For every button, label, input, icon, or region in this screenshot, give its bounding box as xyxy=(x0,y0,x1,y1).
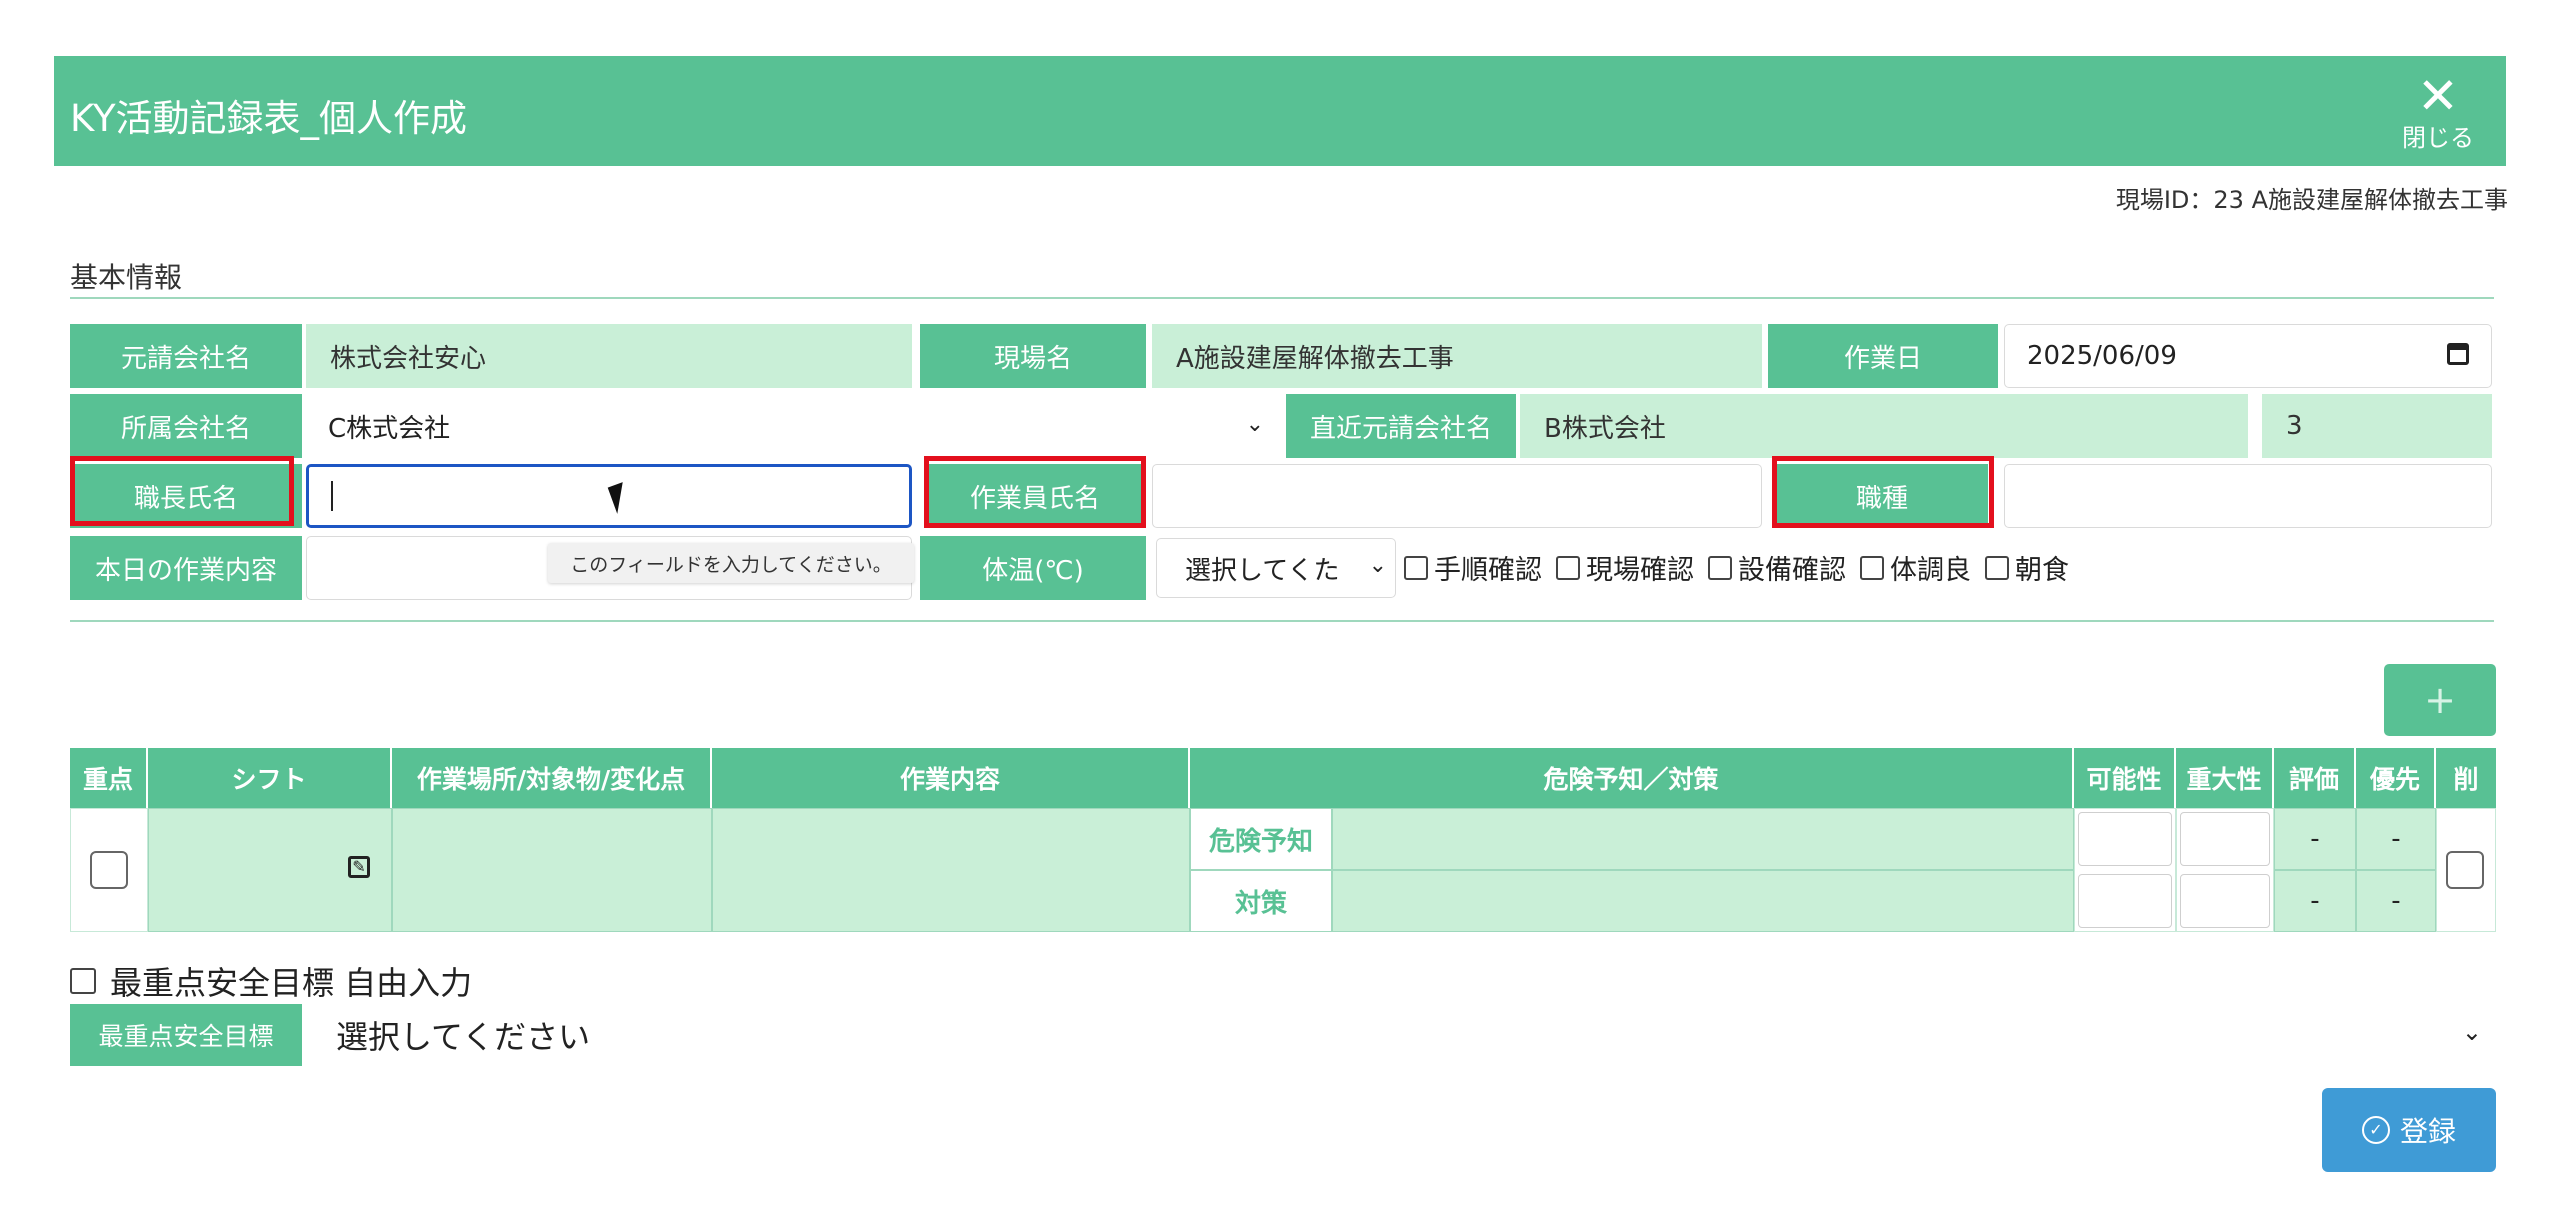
check-site[interactable]: 現場確認 xyxy=(1556,548,1694,587)
close-button[interactable]: ✕ 閉じる xyxy=(2390,68,2486,158)
location-cell[interactable] xyxy=(392,808,712,932)
free-input-label: 最重点安全目標 自由入力 xyxy=(110,964,473,1002)
chevron-down-icon: ⌄ xyxy=(1245,412,1264,437)
label-affiliated-company: 所属会社名 xyxy=(70,394,302,458)
th-priority-point: 重点 xyxy=(70,748,148,808)
temperature-selected: 選択してくた xyxy=(1185,555,1340,586)
site-id-text: 現場ID：23 A施設建屋解体撤去工事 xyxy=(2115,186,2508,214)
title-bar: KY活動記録表_個人作成 ✕ 閉じる xyxy=(54,56,2506,166)
th-location: 作業場所/対象物/変化点 xyxy=(392,748,712,808)
label-safety-goal: 最重点安全目標 xyxy=(70,1004,302,1066)
th-hazard-measure: 危険予知／対策 xyxy=(1190,748,2074,808)
section-title-basic-info: 基本情報 xyxy=(70,261,183,294)
th-possibility: 可能性 xyxy=(2074,748,2176,808)
th-priority: 優先 xyxy=(2356,748,2436,808)
checkbox-icon[interactable] xyxy=(1556,555,1580,580)
affiliated-company-value: C株式会社 xyxy=(328,413,451,444)
checkbox-icon[interactable] xyxy=(1708,555,1732,580)
work-date-input[interactable]: 2025/06/09 xyxy=(2004,324,2492,388)
edit-icon[interactable]: ✎ xyxy=(348,856,370,878)
validation-tooltip: このフィールドを入力してください。 xyxy=(548,543,914,583)
delete-checkbox[interactable] xyxy=(2446,851,2484,889)
evaluation-value-1: - xyxy=(2274,808,2356,870)
safety-goal-select[interactable]: 選択してください ⌄ xyxy=(306,1004,2492,1066)
priority-value-2: - xyxy=(2356,870,2436,932)
close-icon: ✕ xyxy=(2417,67,2459,125)
value-direct-contractor: B株式会社 xyxy=(1520,394,2248,458)
value-site-name: A施設建屋解体撤去工事 xyxy=(1152,324,1762,388)
label-temperature: 体温(℃) xyxy=(920,536,1146,600)
temperature-select[interactable]: 選択してくた ⌄ xyxy=(1156,538,1396,598)
label-direct-contractor: 直近元請会社名 xyxy=(1286,394,1516,458)
text-caret xyxy=(331,481,333,511)
priority-point-checkbox[interactable] xyxy=(90,851,128,889)
check-procedure[interactable]: 手順確認 xyxy=(1404,548,1542,587)
affiliated-company-select[interactable]: C株式会社 ⌄ xyxy=(306,394,1280,458)
checkbox-icon[interactable] xyxy=(1404,555,1428,580)
divider xyxy=(70,297,2494,299)
label-foreman-name: 職長氏名 xyxy=(70,464,302,528)
possibility-input-2[interactable] xyxy=(2078,874,2172,928)
register-button[interactable]: ✓ 登録 xyxy=(2322,1088,2496,1172)
work-date-value: 2025/06/09 xyxy=(2027,341,2177,371)
page-title: KY活動記録表_個人作成 xyxy=(70,97,468,140)
calendar-icon[interactable] xyxy=(2447,343,2469,365)
hazard-label: 危険予知 xyxy=(1190,808,1332,870)
evaluation-value-2: - xyxy=(2274,870,2356,932)
priority-value-1: - xyxy=(2356,808,2436,870)
severity-input-1[interactable] xyxy=(2180,812,2270,866)
foreman-name-input[interactable] xyxy=(306,464,912,528)
health-checks: 手順確認 現場確認 設備確認 体調良 朝食 xyxy=(1404,548,2069,587)
free-input-toggle[interactable]: 最重点安全目標 自由入力 xyxy=(70,958,472,1004)
close-label: 閉じる xyxy=(2402,124,2474,152)
possibility-input-1[interactable] xyxy=(2078,812,2172,866)
value-prime-contractor: 株式会社安心 xyxy=(306,324,912,388)
measure-input-cell[interactable] xyxy=(1332,870,2074,932)
th-evaluation: 評価 xyxy=(2274,748,2356,808)
measure-label: 対策 xyxy=(1190,870,1332,932)
th-delete: 削 xyxy=(2436,748,2496,808)
label-worker-name: 作業員氏名 xyxy=(924,464,1146,528)
work-content-cell[interactable] xyxy=(712,808,1190,932)
checkbox-icon[interactable] xyxy=(1985,555,2009,580)
label-job-type: 職種 xyxy=(1776,464,1988,528)
check-equipment[interactable]: 設備確認 xyxy=(1708,548,1846,587)
safety-goal-selected: 選択してください xyxy=(336,1018,591,1056)
checkbox-icon[interactable] xyxy=(70,968,96,994)
register-label: 登録 xyxy=(2399,1115,2456,1148)
check-circle-icon: ✓ xyxy=(2361,1116,2390,1144)
add-row-button[interactable]: + xyxy=(2384,664,2496,736)
divider xyxy=(70,620,2494,622)
th-shift: シフト xyxy=(148,748,392,808)
th-work-content: 作業内容 xyxy=(712,748,1190,808)
worker-name-input[interactable] xyxy=(1152,464,1762,528)
th-severity: 重大性 xyxy=(2176,748,2274,808)
label-today-work: 本日の作業内容 xyxy=(70,536,302,600)
value-count: 3 xyxy=(2262,394,2492,458)
severity-input-2[interactable] xyxy=(2180,874,2270,928)
label-prime-contractor: 元請会社名 xyxy=(70,324,302,388)
chevron-down-icon: ⌄ xyxy=(2461,1018,2482,1046)
hazard-input-cell[interactable] xyxy=(1332,808,2074,870)
label-work-date: 作業日 xyxy=(1768,324,1998,388)
chevron-down-icon: ⌄ xyxy=(1368,553,1387,578)
checkbox-icon[interactable] xyxy=(1860,555,1884,580)
label-site-name: 現場名 xyxy=(920,324,1146,388)
job-type-input[interactable] xyxy=(2004,464,2492,528)
check-breakfast[interactable]: 朝食 xyxy=(1985,548,2069,587)
check-condition[interactable]: 体調良 xyxy=(1860,548,1971,587)
